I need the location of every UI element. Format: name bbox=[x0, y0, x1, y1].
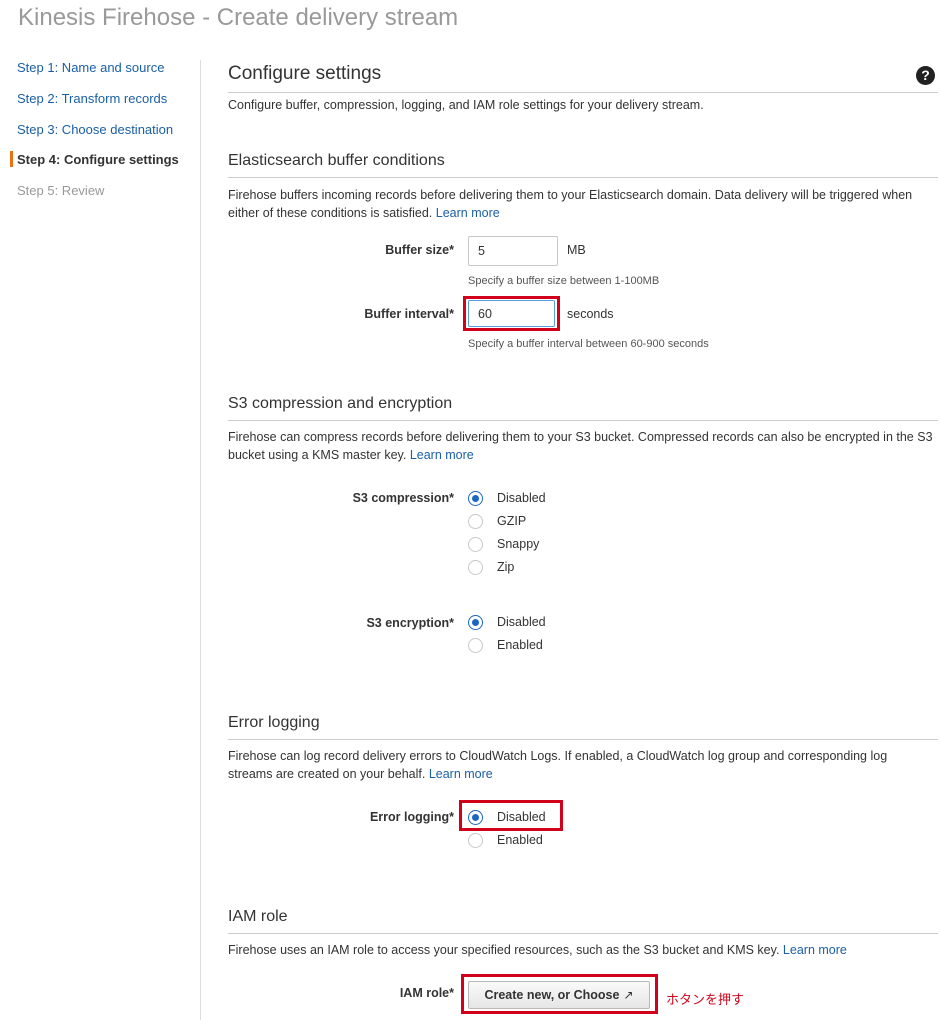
sidebar-divider bbox=[200, 60, 201, 1020]
create-or-choose-iam-role-button[interactable]: Create new, or Choose ↗ bbox=[468, 981, 650, 1009]
radio-label: Disabled bbox=[497, 615, 546, 629]
wizard-steps-sidebar: Step 1: Name and source Step 2: Transfor… bbox=[0, 0, 200, 1020]
buffer-description-text: Firehose buffers incoming records before… bbox=[228, 188, 913, 220]
error-logging-description-text: Firehose can log record delivery errors … bbox=[228, 749, 888, 781]
radio-button[interactable] bbox=[468, 491, 483, 506]
radio-label: GZIP bbox=[497, 514, 527, 528]
button-label: Create new, or Choose bbox=[484, 988, 620, 1002]
divider bbox=[228, 92, 938, 93]
divider bbox=[228, 739, 938, 740]
error-logging-description: Firehose can log record delivery errors … bbox=[228, 747, 933, 783]
radio-label: Snappy bbox=[497, 537, 540, 551]
radio-button[interactable] bbox=[468, 833, 483, 848]
s3-description-text: Firehose can compress records before del… bbox=[228, 430, 933, 462]
buffer-conditions-title: Elasticsearch buffer conditions bbox=[228, 152, 445, 169]
buffer-interval-input[interactable] bbox=[468, 300, 555, 327]
divider bbox=[228, 177, 938, 178]
sidebar-step-5: Step 5: Review bbox=[17, 183, 105, 198]
error-logging-learn-more-link[interactable]: Learn more bbox=[429, 767, 493, 781]
radio-button[interactable] bbox=[468, 615, 483, 630]
buffer-description: Firehose buffers incoming records before… bbox=[228, 186, 933, 222]
buffer-size-unit: MB bbox=[567, 243, 586, 257]
sidebar-step-4: Step 4: Configure settings bbox=[17, 152, 179, 167]
iam-description: Firehose uses an IAM role to access your… bbox=[228, 941, 933, 959]
s3-description: Firehose can compress records before del… bbox=[228, 428, 933, 464]
annotation-text: ホタンを押す bbox=[666, 992, 745, 1007]
divider bbox=[228, 933, 938, 934]
buffer-interval-hint: Specify a buffer interval between 60-900… bbox=[468, 338, 709, 350]
sidebar-step-2[interactable]: Step 2: Transform records bbox=[17, 91, 167, 106]
buffer-size-hint: Specify a buffer size between 1-100MB bbox=[468, 275, 660, 287]
error-logging-title: Error logging bbox=[228, 714, 320, 731]
error-logging-label: Error logging* bbox=[369, 810, 454, 824]
buffer-size-label: Buffer size* bbox=[385, 243, 454, 257]
radio-button[interactable] bbox=[468, 514, 483, 529]
external-link-icon: ↗ bbox=[623, 988, 634, 1002]
active-step-marker bbox=[10, 151, 13, 167]
question-circle-icon[interactable]: ? bbox=[916, 66, 935, 85]
s3-compression-title: S3 compression and encryption bbox=[228, 395, 453, 412]
s3-compression-label: S3 compression* bbox=[352, 491, 454, 505]
radio-label: Disabled bbox=[497, 810, 546, 824]
radio-label: Enabled bbox=[497, 638, 543, 652]
iam-description-text: Firehose uses an IAM role to access your… bbox=[228, 943, 780, 957]
iam-learn-more-link[interactable]: Learn more bbox=[783, 943, 847, 957]
section-description: Configure buffer, compression, logging, … bbox=[228, 98, 704, 112]
buffer-learn-more-link[interactable]: Learn more bbox=[436, 206, 500, 220]
radio-button[interactable] bbox=[468, 560, 483, 575]
sidebar-step-1[interactable]: Step 1: Name and source bbox=[17, 60, 164, 75]
s3-encryption-label: S3 encryption* bbox=[366, 616, 454, 630]
radio-label: Disabled bbox=[497, 491, 546, 505]
iam-role-title: IAM role bbox=[228, 908, 288, 925]
radio-button[interactable] bbox=[468, 810, 483, 825]
iam-role-label: IAM role* bbox=[399, 986, 454, 1000]
buffer-interval-unit: seconds bbox=[567, 307, 614, 321]
radio-button[interactable] bbox=[468, 638, 483, 653]
radio-label: Enabled bbox=[497, 833, 543, 847]
divider bbox=[228, 420, 938, 421]
sidebar-step-3[interactable]: Step 3: Choose destination bbox=[17, 122, 173, 137]
buffer-size-input[interactable] bbox=[468, 236, 558, 266]
s3-learn-more-link[interactable]: Learn more bbox=[410, 448, 474, 462]
buffer-interval-label: Buffer interval* bbox=[364, 307, 454, 321]
radio-button[interactable] bbox=[468, 537, 483, 552]
radio-label: Zip bbox=[497, 560, 515, 574]
section-title: Configure settings bbox=[228, 63, 382, 84]
